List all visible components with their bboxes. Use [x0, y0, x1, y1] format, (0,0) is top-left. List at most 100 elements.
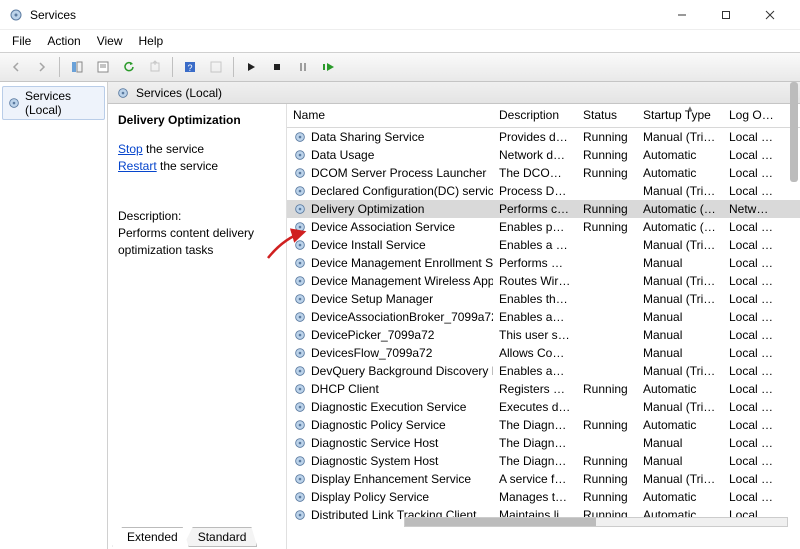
cell-logon: Local Syster: [723, 328, 781, 342]
service-row[interactable]: Diagnostic Policy ServiceThe Diagnos...R…: [287, 416, 800, 434]
cell-logon: Local Syster: [723, 400, 781, 414]
cell-name: Device Install Service: [287, 238, 493, 252]
tree-pane: Services (Local): [0, 82, 108, 549]
column-status[interactable]: Status: [577, 104, 637, 127]
toolbar-separator: [233, 57, 234, 77]
service-row[interactable]: DeviceAssociationBroker_7099a72Enables a…: [287, 308, 800, 326]
column-description[interactable]: Description: [493, 104, 577, 127]
tab-standard[interactable]: Standard: [183, 527, 258, 547]
service-name: DevicesFlow_7099a72: [311, 346, 432, 360]
service-row[interactable]: Device Setup ManagerEnables the ...Manua…: [287, 290, 800, 308]
cell-logon: Local Syster: [723, 472, 781, 486]
restart-link[interactable]: Restart: [118, 159, 157, 173]
service-row[interactable]: Device Management Enrollment ServicePerf…: [287, 254, 800, 272]
service-name: DCOM Server Process Launcher: [311, 166, 486, 180]
service-row[interactable]: DevicesFlow_7099a72Allows Conn...ManualL…: [287, 344, 800, 362]
cell-name: Diagnostic Execution Service: [287, 400, 493, 414]
gear-icon: [7, 96, 21, 110]
restart-suffix: the service: [157, 159, 218, 173]
gear-icon: [293, 418, 307, 432]
forward-button[interactable]: [30, 55, 54, 79]
refresh-button[interactable]: [117, 55, 141, 79]
cell-logon: Local Syster: [723, 310, 781, 324]
service-row[interactable]: Device Management Wireless Applicati...R…: [287, 272, 800, 290]
back-button[interactable]: [4, 55, 28, 79]
service-row[interactable]: Diagnostic Execution ServiceExecutes dia…: [287, 398, 800, 416]
cell-startup: Manual: [637, 328, 723, 342]
service-row[interactable]: DevQuery Background Discovery BrokerEnab…: [287, 362, 800, 380]
service-row[interactable]: Data Sharing ServiceProvides dat...Runni…: [287, 128, 800, 146]
cell-status: Running: [577, 472, 637, 486]
pause-service-button[interactable]: [291, 55, 315, 79]
tree-root-item[interactable]: Services (Local): [2, 86, 105, 120]
service-name: Device Install Service: [311, 238, 426, 252]
gear-icon: [293, 364, 307, 378]
stop-service-button[interactable]: [265, 55, 289, 79]
column-startup[interactable]: Startup Type: [637, 104, 723, 127]
cell-status: Running: [577, 382, 637, 396]
start-service-button[interactable]: [239, 55, 263, 79]
service-row[interactable]: DCOM Server Process Launcher The DCOML...…: [287, 164, 800, 182]
cell-name: Data Sharing Service: [287, 130, 493, 144]
column-name[interactable]: Name: [287, 104, 493, 127]
menu-view[interactable]: View: [89, 32, 131, 50]
cell-name: DevQuery Background Discovery Broker: [287, 364, 493, 378]
service-name: Delivery Optimization: [311, 202, 424, 216]
window-controls: [660, 1, 792, 29]
help-button[interactable]: ?: [178, 55, 202, 79]
service-name: DHCP Client: [311, 382, 379, 396]
stop-link[interactable]: Stop: [118, 142, 143, 156]
cell-description: Enables a co...: [493, 238, 577, 252]
service-name: DevicePicker_7099a72: [311, 328, 434, 342]
service-row[interactable]: Device Install ServiceEnables a co...Man…: [287, 236, 800, 254]
cell-startup: Manual (Trigg...: [637, 400, 723, 414]
toolbar-separator: [59, 57, 60, 77]
menu-help[interactable]: Help: [131, 32, 172, 50]
restart-service-button[interactable]: [317, 55, 341, 79]
service-row[interactable]: Display Enhancement ServiceA service for…: [287, 470, 800, 488]
cell-description: The Diagnos...: [493, 436, 577, 450]
cell-startup: Automatic (Tri...: [637, 220, 723, 234]
horizontal-scrollbar[interactable]: [404, 517, 788, 527]
close-button[interactable]: [748, 1, 792, 29]
minimize-button[interactable]: [660, 1, 704, 29]
service-row[interactable]: Display Policy ServiceManages th...Runni…: [287, 488, 800, 506]
tab-extended[interactable]: Extended: [112, 527, 189, 547]
cell-startup: Automatic: [637, 418, 723, 432]
cell-name: DeviceAssociationBroker_7099a72: [287, 310, 493, 324]
cell-name: Device Association Service: [287, 220, 493, 234]
service-row[interactable]: DHCP ClientRegisters an...RunningAutomat…: [287, 380, 800, 398]
cell-description: Enables app...: [493, 310, 577, 324]
service-name: Diagnostic System Host: [311, 454, 438, 468]
cell-description: Manages th...: [493, 490, 577, 504]
gear-icon: [293, 508, 307, 522]
service-row[interactable]: Diagnostic Service HostThe Diagnos...Man…: [287, 434, 800, 452]
action-sheet-button[interactable]: [204, 55, 228, 79]
service-row[interactable]: Device Association ServiceEnables pairi.…: [287, 218, 800, 236]
service-row[interactable]: Declared Configuration(DC) serviceProces…: [287, 182, 800, 200]
service-row[interactable]: Delivery OptimizationPerforms co...Runni…: [287, 200, 800, 218]
maximize-button[interactable]: [704, 1, 748, 29]
cell-status: Running: [577, 202, 637, 216]
service-name: Data Sharing Service: [311, 130, 424, 144]
menu-file[interactable]: File: [4, 32, 39, 50]
cell-description: Network dat...: [493, 148, 577, 162]
show-hide-tree-button[interactable]: [65, 55, 89, 79]
cell-startup: Automatic: [637, 166, 723, 180]
detail-description-text: Performs content delivery optimization t…: [118, 225, 276, 259]
scrollbar-thumb[interactable]: [405, 518, 596, 526]
vertical-scrollbar[interactable]: [790, 82, 798, 182]
cell-name: Data Usage: [287, 148, 493, 162]
cell-description: The DCOML...: [493, 166, 577, 180]
menu-action[interactable]: Action: [39, 32, 88, 50]
properties-button[interactable]: [91, 55, 115, 79]
service-row[interactable]: Data UsageNetwork dat...RunningAutomatic…: [287, 146, 800, 164]
cell-description: A service for ...: [493, 472, 577, 486]
export-button[interactable]: [143, 55, 167, 79]
gear-icon: [293, 184, 307, 198]
service-row[interactable]: DevicePicker_7099a72This user ser...Manu…: [287, 326, 800, 344]
service-row[interactable]: Diagnostic System HostThe Diagnos...Runn…: [287, 452, 800, 470]
tree-root-label: Services (Local): [25, 89, 100, 117]
column-logon[interactable]: Log On As: [723, 104, 781, 127]
cell-startup: Manual: [637, 454, 723, 468]
